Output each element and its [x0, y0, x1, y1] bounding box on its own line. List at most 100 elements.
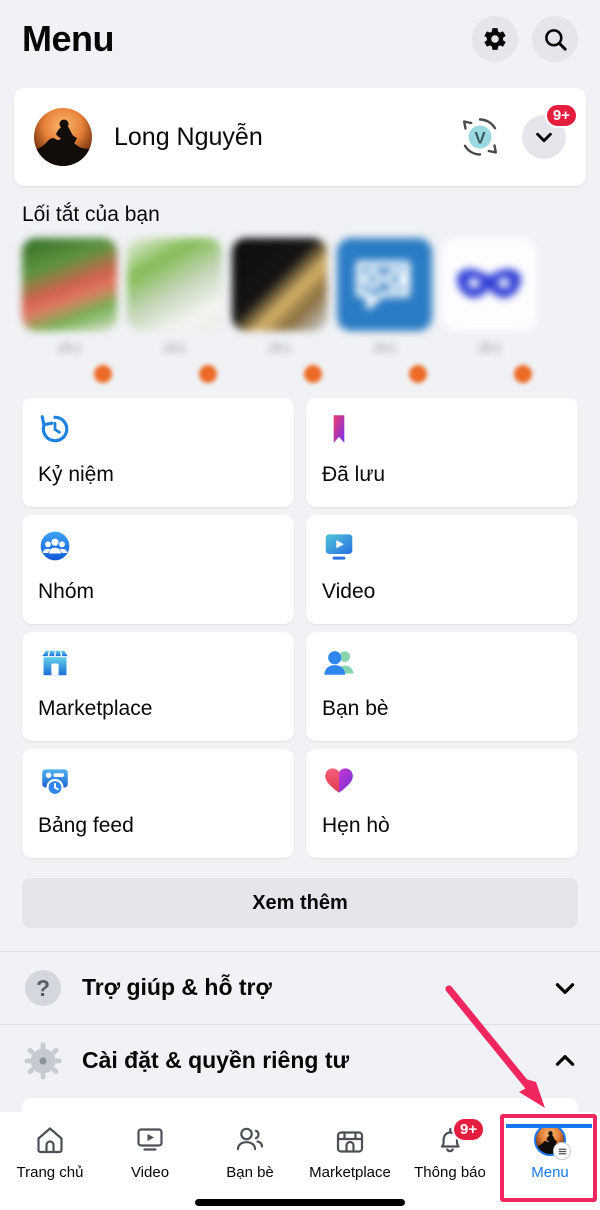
- menu-card-label: Marketplace: [38, 697, 153, 720]
- shortcut-label: (ẩn): [162, 340, 187, 355]
- nav-item-label: Thông báo: [414, 1164, 486, 1181]
- chevron-down-icon[interactable]: [552, 975, 578, 1001]
- expander-row-help[interactable]: ? Trợ giúp & hỗ trợ: [0, 951, 600, 1023]
- hamburger-icon: [558, 1148, 566, 1154]
- nav-item-home[interactable]: Trang chủ: [0, 1124, 100, 1181]
- home-icon: [37, 1127, 63, 1154]
- shortcut-item[interactable]: (ẩn): [442, 238, 537, 388]
- memories-clock-icon: [40, 415, 69, 443]
- avatar-switch-icon: V: [463, 118, 497, 156]
- menu-card-feeds[interactable]: Bảng feed: [22, 749, 294, 858]
- nav-item-notifications[interactable]: 9+ Thông báo: [400, 1117, 500, 1181]
- shortcut-item[interactable]: (ẩn): [22, 238, 117, 388]
- menu-card-label: Bảng feed: [38, 814, 134, 837]
- saved-bookmark-icon: [333, 415, 345, 443]
- shortcut-label: (ẩn): [477, 340, 502, 355]
- shortcut-badge-icon: [302, 363, 324, 385]
- menu-card-saved[interactable]: Đã lưu: [306, 398, 578, 507]
- menu-card-label: Bạn bè: [322, 697, 389, 720]
- page-title: Menu: [22, 18, 115, 59]
- nav-item-label: Marketplace: [309, 1164, 391, 1181]
- shortcut-badge-icon: [197, 363, 219, 385]
- profile-notification-badge: 9+: [544, 103, 578, 128]
- shortcut-badge-icon: [92, 363, 114, 385]
- shortcut-thumbnail: [442, 238, 537, 331]
- menu-card-label: Nhóm: [38, 580, 95, 603]
- bell-icon-wrapper: 9+: [434, 1117, 486, 1156]
- search-button[interactable]: [532, 16, 578, 62]
- shortcuts-row: (ẩn) (ẩn) (ẩn) (ẩn) (ẩn): [14, 238, 600, 388]
- shortcut-label: (ẩn): [267, 340, 292, 355]
- menu-card-marketplace[interactable]: Marketplace: [22, 632, 294, 741]
- shortcut-badge-icon: [407, 363, 429, 385]
- nav-item-video[interactable]: Video: [100, 1124, 200, 1181]
- profile-name: Long Nguyễn: [114, 122, 263, 151]
- chevron-down-icon: [536, 132, 552, 143]
- shortcut-label: (ẩn): [57, 340, 82, 355]
- menu-card-dating[interactable]: Hẹn hò: [306, 749, 578, 858]
- switch-account-button[interactable]: V: [456, 113, 504, 161]
- shortcuts-section-title: Lối tắt của bạn: [22, 203, 160, 226]
- nav-item-label: Trang chủ: [16, 1164, 84, 1181]
- menu-card-friends[interactable]: Bạn bè: [306, 632, 578, 741]
- nav-item-marketplace[interactable]: Marketplace: [300, 1124, 400, 1181]
- active-tab-indicator: [506, 1124, 592, 1128]
- shortcut-thumbnail: [22, 238, 117, 331]
- svg-text:?: ?: [36, 975, 50, 1001]
- profile-expand-button[interactable]: 9+: [522, 103, 578, 159]
- marketplace-icon: [336, 1131, 364, 1153]
- shortcut-item[interactable]: (ẩn): [232, 238, 327, 388]
- dating-heart-icon: [325, 768, 353, 793]
- expander-label: Trợ giúp & hỗ trợ: [82, 974, 272, 1000]
- video-icon: [325, 534, 353, 560]
- facebook-menu-screen: Menu Long Nguyễn V 9+ Lối tắt của bạn (ẩ…: [0, 0, 600, 1210]
- menu-avatar-icon: [534, 1124, 571, 1160]
- shortcut-item[interactable]: (ẩn): [127, 238, 222, 388]
- help-question-icon: ?: [25, 969, 61, 1006]
- groups-icon: [40, 531, 70, 561]
- friends-icon: [236, 1127, 264, 1151]
- menu-card-label: Hẹn hò: [322, 814, 390, 837]
- home-indicator: [195, 1199, 405, 1206]
- avatar[interactable]: [34, 108, 92, 166]
- chevron-up-icon[interactable]: [552, 1048, 578, 1074]
- menu-card-label: Video: [322, 580, 376, 603]
- menu-card-label: Đã lưu: [322, 463, 386, 486]
- nav-item-label: Menu: [531, 1164, 569, 1181]
- see-more-button[interactable]: Xem thêm: [22, 878, 578, 928]
- menu-card-groups[interactable]: Nhóm: [22, 515, 294, 624]
- expander-row-settings[interactable]: Cài đặt & quyền riêng tư: [0, 1024, 600, 1096]
- notifications-badge: 9+: [452, 1117, 486, 1142]
- page-app-icon: [356, 261, 410, 309]
- shortcut-badge-icon: [512, 363, 534, 385]
- nav-item-friends[interactable]: Bạn bè: [200, 1124, 300, 1181]
- feeds-icon: [42, 769, 68, 796]
- friends-icon: [324, 651, 354, 675]
- video-icon: [137, 1128, 163, 1151]
- menu-card-video[interactable]: Video: [306, 515, 578, 624]
- shortcut-thumbnail: [337, 238, 432, 331]
- nav-item-label: Video: [130, 1164, 170, 1181]
- nav-item-label: Bạn bè: [226, 1164, 274, 1181]
- menu-grid: Kỷ niệm Đã lưu Nhóm Video Marketplace Bạ…: [22, 398, 578, 858]
- app-header: Menu: [0, 0, 600, 78]
- menu-card-label: Kỷ niệm: [38, 463, 114, 486]
- shortcut-label: (ẩn): [372, 340, 397, 355]
- shortcut-item[interactable]: (ẩn): [337, 238, 432, 388]
- menu-card-memories[interactable]: Kỷ niệm: [22, 398, 294, 507]
- mask-app-icon: [457, 268, 521, 298]
- settings-button[interactable]: [472, 16, 518, 62]
- shortcut-thumbnail: [127, 238, 222, 331]
- shortcut-thumbnail: [232, 238, 327, 331]
- header-actions: [472, 16, 578, 62]
- profile-card[interactable]: Long Nguyễn V 9+: [14, 88, 586, 186]
- profile-actions: V 9+: [456, 103, 578, 161]
- gear-icon: [484, 28, 506, 50]
- search-icon: [544, 28, 567, 51]
- avatar-silhouette-icon: [34, 119, 92, 166]
- bottom-navigation-bar: Trang chủ Video Bạn bè Marketplace 9+ Th…: [0, 1112, 600, 1210]
- nav-item-menu[interactable]: Menu: [500, 1124, 600, 1181]
- expander-label: Cài đặt & quyền riêng tư: [82, 1047, 350, 1073]
- settings-gear-icon: [24, 1042, 62, 1079]
- svg-text:V: V: [474, 129, 486, 148]
